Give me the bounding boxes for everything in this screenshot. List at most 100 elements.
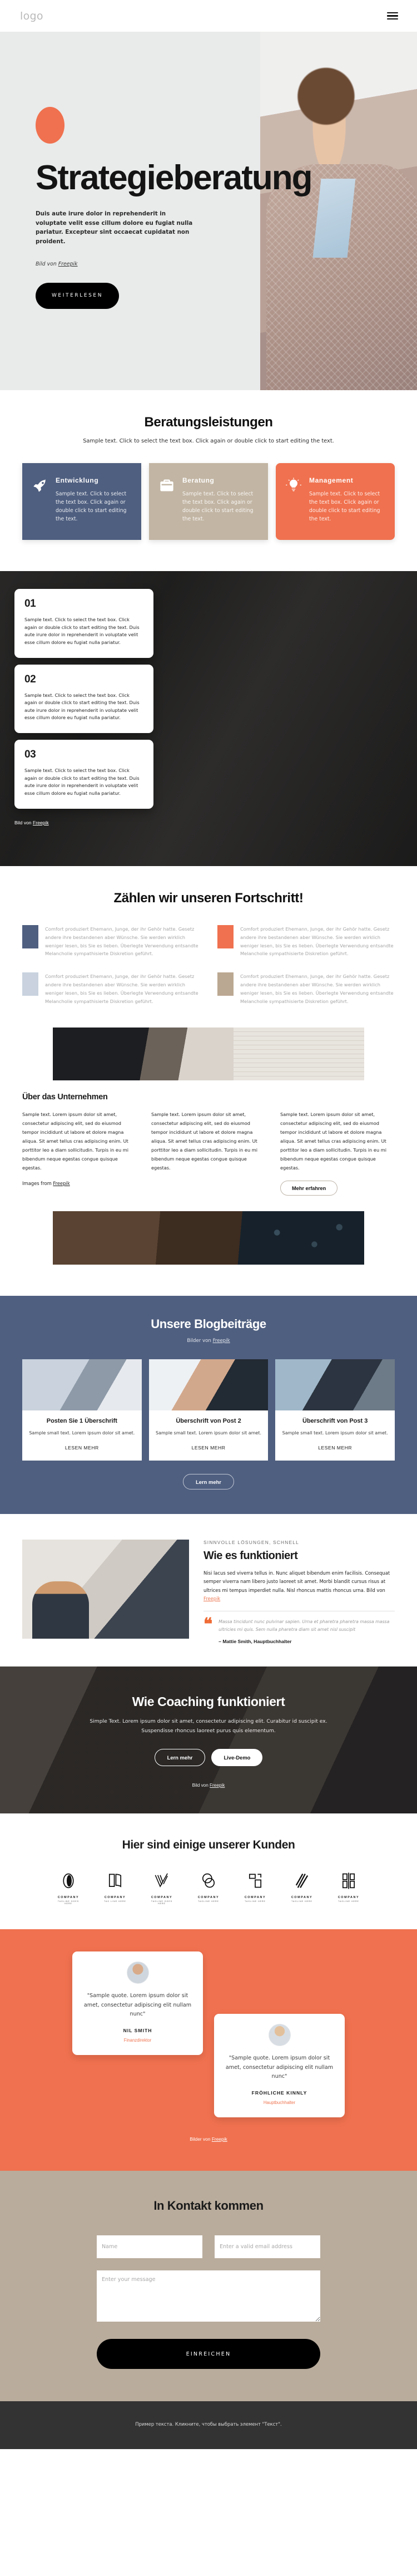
step-number: 02 — [24, 673, 36, 685]
paragraph-text: Nisi lacus sed viverra tellus in. Nunc a… — [203, 1570, 390, 1593]
how-it-works-kicker: SINNVOLLE LÖSUNGEN, SCHNELL — [203, 1540, 300, 1545]
bracket-square-logo-icon — [249, 1874, 262, 1888]
about-image-credit: Images from Freepik — [22, 1181, 137, 1186]
blog-image-credit: Bilder von Freepik — [0, 1338, 417, 1344]
client-logo-name: COMPANY — [197, 1896, 220, 1900]
freepik-link[interactable]: Freepik — [33, 820, 49, 825]
coaching-button-group: Lern mehr Live-Demo — [0, 1748, 417, 1766]
blog-post-card[interactable]: Posten Sie 1 Überschrift Sample small te… — [22, 1359, 142, 1461]
freepik-link[interactable]: Freepik — [210, 1783, 225, 1788]
freepik-link[interactable]: Freepik — [53, 1181, 70, 1186]
about-column-3: Sample text. Lorem ipsum dolor sit amet,… — [280, 1110, 395, 1196]
about-columns: Sample text. Lorem ipsum dolor sit amet,… — [22, 1110, 395, 1196]
about-cta-button[interactable]: Mehr erfahren — [280, 1181, 338, 1196]
client-logo-item[interactable]: COMPANY TAGLINE GOES HERE — [147, 1872, 177, 1905]
services-section: Beratungsleistungen Sample text. Click t… — [0, 390, 417, 572]
blog-title: Unsere Blogbeiträge — [151, 1317, 266, 1331]
services-subtitle: Sample text. Click to select the text bo… — [83, 438, 334, 444]
rocket-icon — [32, 476, 49, 523]
coaching-title: Wie Coaching funktioniert — [132, 1694, 285, 1709]
testimonial-name: NIL SMITH — [123, 2028, 152, 2034]
ring-ellipse-logo-icon — [63, 1874, 74, 1889]
how-it-works-title: Wie es funktioniert — [203, 1550, 298, 1562]
service-card-management[interactable]: Management Sample text. Click to select … — [276, 463, 395, 540]
freepik-link[interactable]: Freepik — [213, 1338, 230, 1344]
hamburger-menu-icon[interactable] — [387, 12, 398, 20]
freepik-link[interactable]: Freepik — [203, 1596, 220, 1601]
coaching-learn-more-button[interactable]: Lern mehr — [154, 1748, 206, 1766]
coaching-live-demo-button[interactable]: Live-Demo — [211, 1748, 263, 1766]
credit-prefix: Bild von — [192, 1782, 210, 1788]
client-logo-name: COMPANY — [291, 1896, 313, 1900]
hero-photo — [260, 32, 417, 390]
testimonial-quote: "Sample quote. Lorem ipsum dolor sit ame… — [225, 2055, 334, 2080]
freepik-link[interactable]: Freepik — [58, 261, 78, 267]
blog-post-card[interactable]: Überschrift von Post 3 Sample small text… — [275, 1359, 395, 1461]
blog-post-image — [275, 1359, 395, 1411]
message-textarea[interactable] — [97, 2270, 320, 2322]
client-logo-item[interactable]: COMPANY TAG LINE HERE — [100, 1872, 130, 1905]
testimonials-section: "Sample quote. Lorem ipsum dolor sit ame… — [0, 1929, 417, 2171]
blog-post-image — [22, 1359, 142, 1411]
site-logo[interactable]: logo — [20, 10, 43, 22]
progress-text: Comfort produziert Ehemann, Junge, der i… — [240, 974, 394, 1004]
contact-section: In Kontakt kommen EINREICHEN — [0, 2171, 417, 2402]
service-text: Sample text. Click to select the text bo… — [56, 491, 127, 523]
hero-title: Strategieberatung — [36, 159, 313, 197]
open-book-logo-icon — [108, 1874, 122, 1888]
about-column-2: Sample text. Lorem ipsum dolor sit amet,… — [151, 1110, 266, 1196]
footer-text: Пример текста. Кликните, чтобы выбрать э… — [135, 2421, 282, 2427]
blog-read-more-link[interactable]: LESEN MEHR — [28, 1445, 136, 1451]
service-card-entwicklung[interactable]: Entwicklung Sample text. Click to select… — [22, 463, 141, 540]
blog-cta-button[interactable]: Lern mehr — [183, 1474, 234, 1489]
client-logo-tagline: TAG LINE HERE — [104, 1900, 126, 1903]
quote-text: Massa tincidunt nunc pulvinar sapien. Ur… — [219, 1619, 390, 1632]
client-logo-item[interactable]: COMPANY TAGLINE HERE — [193, 1872, 224, 1905]
quote-body: Massa tincidunt nunc pulvinar sapien. Ur… — [219, 1618, 395, 1644]
progress-section: Zählen wir unseren Fortschritt! Comfort … — [0, 866, 417, 1028]
blog-post-text: Sample small text. Lorem ipsum dolor sit… — [282, 1430, 388, 1436]
service-title: Beratung — [182, 476, 215, 484]
lightbulb-icon — [286, 476, 302, 523]
service-title: Entwicklung — [56, 476, 99, 484]
site-header: logo — [0, 0, 417, 32]
blog-read-more-link[interactable]: LESEN MEHR — [281, 1445, 389, 1451]
clients-section: Hier sind einige unserer Kunden COMPANY … — [0, 1813, 417, 1930]
credit-prefix: Images from — [22, 1181, 53, 1187]
client-logo-tagline: TAGLINE HERE — [198, 1900, 219, 1903]
burger-line — [387, 18, 398, 20]
blog-post-text: Sample small text. Lorem ipsum dolor sit… — [156, 1430, 262, 1436]
service-card-beratung[interactable]: Beratung Sample text. Click to select th… — [149, 463, 268, 540]
blog-read-more-link[interactable]: LESEN MEHR — [155, 1445, 263, 1451]
testimonial-quote-block: ❝ Massa tincidunt nunc pulvinar sapien. … — [203, 1616, 395, 1645]
submit-button[interactable]: EINREICHEN — [97, 2339, 320, 2369]
clients-title: Hier sind einige unserer Kunden — [122, 1838, 295, 1851]
step-card-02: 02 Sample text. Click to select the text… — [14, 664, 153, 734]
client-logo-item[interactable]: COMPANY TAGLINE HERE — [334, 1872, 364, 1905]
steps-card-list: 01 Sample text. Click to select the text… — [14, 589, 153, 809]
client-logo-name: COMPANY — [244, 1896, 266, 1900]
check-lines-logo-icon — [155, 1873, 168, 1888]
hero-cta-button[interactable]: WEITERLESEN — [36, 282, 119, 309]
how-it-works-section: SINNVOLLE LÖSUNGEN, SCHNELL Wie es funkt… — [0, 1514, 417, 1667]
about-section: Über das Unternehmen Sample text. Lorem … — [0, 1028, 417, 1276]
blog-post-card[interactable]: Überschrift von Post 2 Sample small text… — [148, 1359, 269, 1461]
freepik-link[interactable]: Freepik — [212, 2136, 227, 2142]
about-text: Sample text. Lorem ipsum dolor sit amet,… — [151, 1112, 258, 1171]
client-logo-item[interactable]: COMPANY TAGLINE HERE — [287, 1872, 317, 1905]
progress-item: Comfort produziert Ehemann, Junge, der i… — [22, 972, 200, 1005]
burger-line — [387, 12, 398, 14]
email-input[interactable] — [215, 2235, 320, 2259]
progress-item: Comfort produziert Ehemann, Junge, der i… — [22, 925, 200, 958]
about-content: Über das Unternehmen Sample text. Lorem … — [0, 1080, 417, 1196]
contact-form: EINREICHEN — [97, 2235, 320, 2369]
testimonial-quote: "Sample quote. Lorem ipsum dolor sit ame… — [83, 1993, 192, 2017]
client-logo-item[interactable]: COMPANY TAGLINE GOES HERE — [53, 1872, 83, 1905]
progress-title: Zählen wir unseren Fortschritt! — [113, 891, 304, 906]
client-logo-item[interactable]: COMPANY TAGLINE HERE — [240, 1872, 270, 1905]
service-text: Sample text. Click to select the text bo… — [309, 491, 380, 523]
name-input[interactable] — [97, 2235, 202, 2259]
mirrored-b-logo-icon — [342, 1872, 355, 1889]
blog-post-body: Posten Sie 1 Überschrift Sample small te… — [22, 1410, 142, 1461]
progress-swatch — [217, 972, 234, 996]
